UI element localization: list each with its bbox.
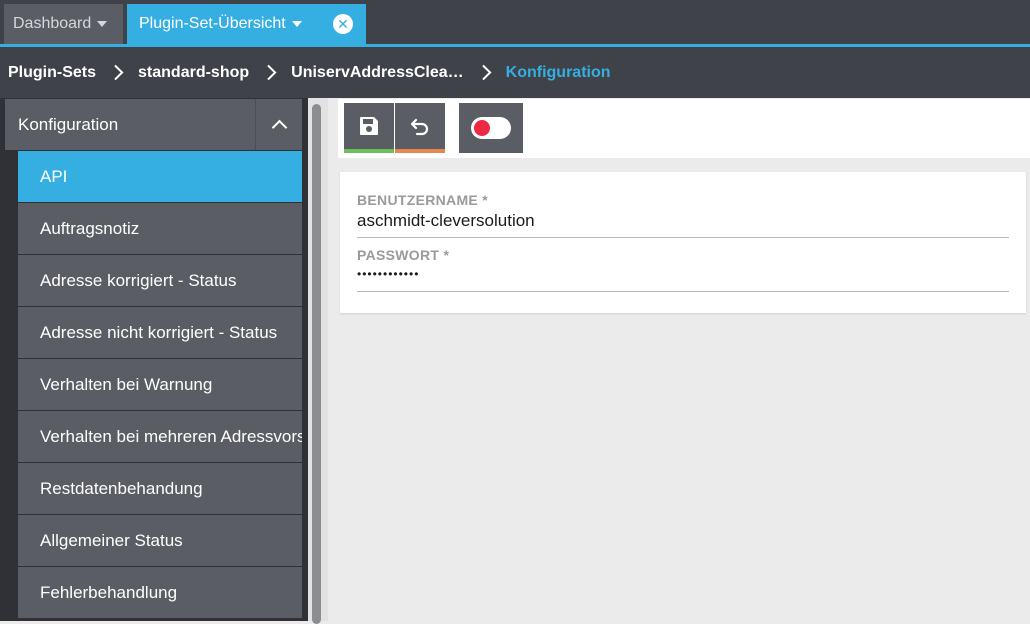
sidebar-menu: API Auftragsnotiz Adresse korrigiert - S… bbox=[18, 151, 302, 619]
save-button[interactable] bbox=[344, 103, 394, 153]
username-label: BENUTZERNAME * bbox=[357, 192, 488, 208]
sidebar-item-label: Fehlerbehandlung bbox=[40, 582, 178, 602]
undo-button[interactable] bbox=[395, 103, 445, 153]
chevron-up-icon bbox=[271, 119, 287, 135]
sidebar-item-verhalten-warnung[interactable]: Verhalten bei Warnung bbox=[18, 359, 302, 410]
undo-icon bbox=[410, 118, 429, 136]
breadcrumb-plugin[interactable]: UniservAddressClea… bbox=[291, 64, 464, 82]
sidebar-item-fehlerbehandlung[interactable]: Fehlerbehandlung bbox=[18, 567, 302, 618]
active-toggle[interactable] bbox=[459, 103, 523, 153]
tab-dashboard-label: Dashboard bbox=[13, 15, 92, 32]
api-form: BENUTZERNAME * aschmidt-cleversolution P… bbox=[340, 172, 1026, 313]
sidebar-item-label: Adresse korrigiert - Status bbox=[40, 270, 237, 290]
breadcrumb-plugin-sets[interactable]: Plugin-Sets bbox=[8, 64, 96, 82]
tab-plugin-set-label: Plugin-Set-Übersicht bbox=[139, 15, 286, 32]
sidebar-title: Konfiguration bbox=[18, 114, 119, 134]
sidebar-item-label: Verhalten bei Warnung bbox=[40, 374, 213, 394]
collapse-button[interactable] bbox=[255, 99, 302, 150]
sidebar-item-verhalten-mehrere[interactable]: Verhalten bei mehreren Adressvorschlägen bbox=[18, 411, 302, 462]
caret-down-icon bbox=[97, 21, 108, 27]
caret-down-icon bbox=[291, 21, 302, 27]
chevron-right-icon bbox=[261, 64, 277, 81]
sidebar-item-auftragsnotiz[interactable]: Auftragsnotiz bbox=[18, 203, 302, 254]
sidebar-item-label: Auftragsnotiz bbox=[40, 218, 140, 238]
sidebar-item-label: Verhalten bei mehreren Adressvorschlägen bbox=[40, 426, 302, 446]
sidebar-header[interactable]: Konfiguration bbox=[5, 99, 302, 150]
sidebar-item-api[interactable]: API bbox=[18, 151, 302, 202]
toolbar bbox=[338, 99, 1030, 158]
toggle-knob bbox=[474, 120, 490, 136]
password-field[interactable]: PASSWORT * •••••••••••• bbox=[357, 247, 1009, 292]
sidebar-item-label: Restdatenbehandung bbox=[40, 478, 203, 498]
sidebar-item-label: Allgemeiner Status bbox=[40, 530, 183, 550]
tab-plugin-set-overview[interactable]: Plugin-Set-Übersicht ✕ bbox=[127, 4, 366, 44]
breadcrumb: Plugin-Sets standard-shop UniservAddress… bbox=[0, 47, 1030, 98]
chevron-right-icon bbox=[107, 64, 124, 81]
sidebar-item-restdaten[interactable]: Restdatenbehandung bbox=[18, 463, 302, 514]
floppy-disk-icon bbox=[360, 117, 378, 135]
username-field[interactable]: BENUTZERNAME * aschmidt-cleversolution bbox=[357, 192, 1009, 238]
password-value[interactable]: •••••••••••• bbox=[357, 267, 1009, 281]
breadcrumb-konfiguration: Konfiguration bbox=[505, 63, 611, 81]
breadcrumb-standard-shop[interactable]: standard-shop bbox=[138, 64, 249, 82]
tab-dashboard[interactable]: Dashboard bbox=[4, 4, 123, 44]
toggle-track bbox=[471, 117, 511, 139]
password-label: PASSWORT * bbox=[357, 247, 450, 263]
chevron-right-icon bbox=[475, 64, 492, 81]
sidebar-item-adresse-korrigiert[interactable]: Adresse korrigiert - Status bbox=[18, 255, 302, 306]
username-value[interactable]: aschmidt-cleversolution bbox=[357, 211, 1009, 231]
sidebar-item-adresse-nicht-korrigiert[interactable]: Adresse nicht korrigiert - Status bbox=[18, 307, 302, 358]
scrollbar-thumb[interactable] bbox=[312, 104, 321, 624]
sidebar-item-label: Adresse nicht korrigiert - Status bbox=[40, 322, 278, 342]
sidebar-scrollbar[interactable] bbox=[308, 98, 328, 624]
sidebar-item-allgemeiner-status[interactable]: Allgemeiner Status bbox=[18, 515, 302, 566]
sidebar-item-label: API bbox=[40, 166, 68, 186]
tab-bar: Dashboard Plugin-Set-Übersicht ✕ bbox=[0, 0, 1030, 44]
close-icon[interactable]: ✕ bbox=[333, 14, 353, 34]
